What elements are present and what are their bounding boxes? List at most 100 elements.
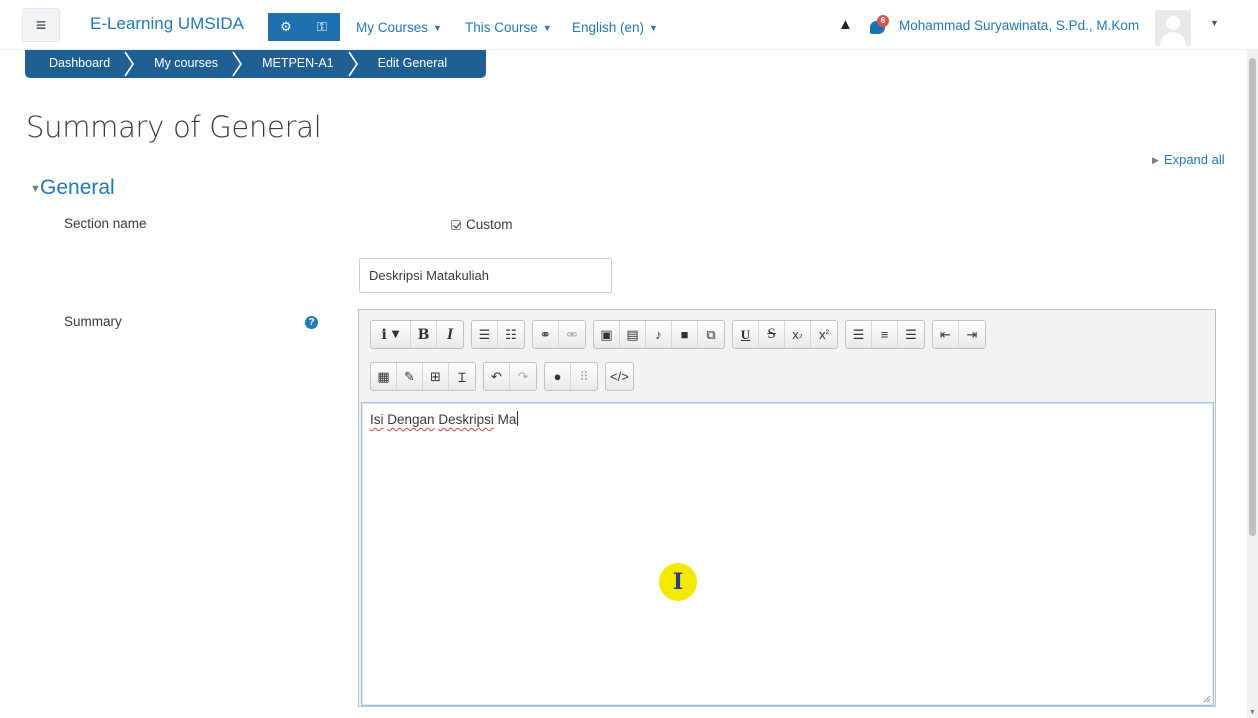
align-center-icon[interactable]: ≡	[872, 321, 898, 348]
table-icon[interactable]: ⊞	[423, 363, 449, 390]
section-title: General	[40, 176, 115, 199]
strikethrough-button[interactable]: S	[759, 321, 785, 348]
outdent-icon[interactable]: ⇤	[933, 321, 959, 348]
editor-toolbar-row-2: ▦ ✎ ⊞ Ɪ ↶ ↷ ● ⠿ </>	[370, 362, 641, 391]
toolbar-group-html: </>	[605, 362, 634, 391]
media-file-icon[interactable]: ▤	[620, 321, 646, 348]
italic-button[interactable]: I	[437, 321, 463, 348]
summary-word: Isi	[370, 412, 384, 427]
summary-word: Ma	[497, 412, 517, 427]
bold-button[interactable]: B	[411, 321, 437, 348]
accessibility-checker-icon[interactable]: ●	[545, 363, 571, 390]
menu-my-courses[interactable]: My Courses ▼	[356, 20, 442, 35]
breadcrumb-label: METPEN-A1	[262, 56, 334, 70]
menu-this-course[interactable]: This Course ▼	[465, 20, 552, 35]
summary-word: Deskripsi	[438, 412, 494, 427]
toolbar-group-format: U S x₂ x²	[732, 320, 838, 349]
triangle-down-icon: ▼	[30, 183, 41, 195]
page-title: Summary of General	[26, 110, 322, 144]
menu-this-course-label: This Course	[465, 20, 538, 35]
menu-my-courses-label: My Courses	[356, 20, 429, 35]
text-caret	[517, 411, 519, 426]
link-icon[interactable]: ⚭	[533, 321, 559, 348]
toolbar-group-style: i ▼ B I	[370, 320, 464, 349]
toolbar-group-media: ▣ ▤ ♪ ■ ⧉	[593, 320, 725, 349]
toolbar-group-indent: ⇤ ⇥	[932, 320, 986, 349]
clear-formatting-icon[interactable]: Ɪ	[449, 363, 475, 390]
custom-checkbox-label: Custom	[466, 217, 513, 232]
scrollbar-thumb[interactable]	[1249, 58, 1256, 536]
expand-all-label: Expand all	[1163, 152, 1225, 167]
underline-button[interactable]: U	[733, 321, 759, 348]
avatar-head	[1166, 16, 1180, 30]
unlink-icon[interactable]: ⚮	[559, 321, 585, 348]
align-left-icon[interactable]: ☰	[846, 321, 872, 348]
breadcrumb-my-courses[interactable]: My courses	[130, 50, 243, 78]
site-brand-link[interactable]: E-Learning UMSIDA	[90, 14, 244, 34]
toolbar-group-align: ☰ ≡ ☰	[845, 320, 925, 349]
edit-icon[interactable]: ✎	[397, 363, 423, 390]
breadcrumb-label: Edit General	[377, 56, 448, 70]
notification-bell-icon[interactable]: ▲	[838, 16, 853, 33]
user-name[interactable]: Mohammad Suryawinata, S.Pd., M.Kom	[899, 18, 1139, 33]
menu-toggle-icon[interactable]: ≡	[22, 8, 60, 42]
editor-toolbar-row-1: i ▼ B I ☰ ☷ ⚭ ⚮ ▣ ▤ ♪ ■ ⧉ U S x₂ x² ☰ ≡ …	[370, 320, 993, 349]
vertical-scrollbar[interactable]: ▼	[1247, 50, 1258, 718]
messages-icon[interactable]: 6	[868, 15, 889, 36]
breadcrumb-current: Edit General	[354, 50, 467, 78]
redo-icon[interactable]: ↷	[510, 363, 536, 390]
video-camera-icon[interactable]: ■	[672, 321, 698, 348]
toolbar-group-accessibility: ● ⠿	[544, 362, 598, 391]
subscript-icon[interactable]: x₂	[785, 321, 811, 348]
avatar-body	[1160, 32, 1186, 46]
chevron-down-icon: ▼	[649, 23, 658, 33]
summary-label: Summary	[64, 314, 122, 329]
menu-language[interactable]: English (en) ▼	[572, 20, 658, 35]
image-icon[interactable]: ▣	[594, 321, 620, 348]
indent-icon[interactable]: ⇥	[959, 321, 985, 348]
resize-grip-icon[interactable]	[1203, 695, 1211, 703]
unordered-list-icon[interactable]: ☰	[472, 321, 498, 348]
user-menu-chevron-icon[interactable]: ▼	[1210, 18, 1219, 28]
toolbar-group-insert: ▦ ✎ ⊞ Ɪ	[370, 362, 476, 391]
manage-files-icon[interactable]: ⧉	[698, 321, 724, 348]
breadcrumb-course[interactable]: METPEN-A1	[238, 50, 358, 78]
breadcrumb-label: My courses	[154, 56, 219, 70]
text-cursor-icon: I	[659, 563, 697, 601]
menu-language-label: English (en)	[572, 20, 645, 35]
paragraph-style-icon[interactable]: i ▼	[371, 321, 411, 348]
atto-editor: i ▼ B I ☰ ☷ ⚭ ⚮ ▣ ▤ ♪ ■ ⧉ U S x₂ x² ☰ ≡ …	[358, 309, 1216, 707]
triangle-right-icon: ▶	[1152, 155, 1159, 165]
undo-icon[interactable]: ↶	[484, 363, 510, 390]
ordered-list-icon[interactable]: ☷	[498, 321, 524, 348]
microphone-icon[interactable]: ♪	[646, 321, 672, 348]
avatar[interactable]	[1155, 10, 1191, 46]
toolbar-group-links: ⚭ ⚮	[532, 320, 586, 349]
custom-checkbox[interactable]: Custom	[451, 217, 513, 232]
toolbar-group-lists: ☰ ☷	[471, 320, 525, 349]
checkbox-checked-icon[interactable]	[451, 219, 461, 230]
expand-all-link[interactable]: ▶ Expand all	[1152, 152, 1225, 167]
equation-icon[interactable]: ▦	[371, 363, 397, 390]
toolbar-group-history: ↶ ↷	[483, 362, 537, 391]
summary-word: Dengan	[387, 412, 435, 427]
scroll-down-arrow-icon[interactable]: ▼	[1249, 709, 1256, 716]
section-name-input[interactable]	[359, 258, 612, 293]
admin-cogs-icon[interactable]: ⚙	[268, 13, 304, 41]
summary-editor-content[interactable]: Isi Dengan Deskripsi Ma	[361, 402, 1214, 706]
section-name-label: Section name	[64, 216, 147, 231]
align-right-icon[interactable]: ☰	[898, 321, 924, 348]
chevron-down-icon: ▼	[542, 23, 552, 33]
top-navbar: ≡ E-Learning UMSIDA ⚙ ⚿ My Courses ▼ This…	[0, 0, 1258, 50]
breadcrumb: Dashboard My courses METPEN-A1 Edit Gene…	[25, 50, 486, 78]
message-count-badge: 6	[877, 15, 889, 27]
section-general-toggle[interactable]: ▼ General	[30, 176, 115, 200]
key-icon[interactable]: ⚿	[304, 13, 340, 41]
breadcrumb-label: Dashboard	[49, 56, 111, 70]
chevron-down-icon: ▼	[433, 23, 442, 33]
help-icon[interactable]: ?	[305, 316, 318, 329]
html-source-icon[interactable]: </>	[606, 363, 633, 390]
superscript-icon[interactable]: x²	[811, 321, 837, 348]
screenreader-helper-icon[interactable]: ⠿	[571, 363, 597, 390]
breadcrumb-dashboard[interactable]: Dashboard	[25, 50, 135, 78]
